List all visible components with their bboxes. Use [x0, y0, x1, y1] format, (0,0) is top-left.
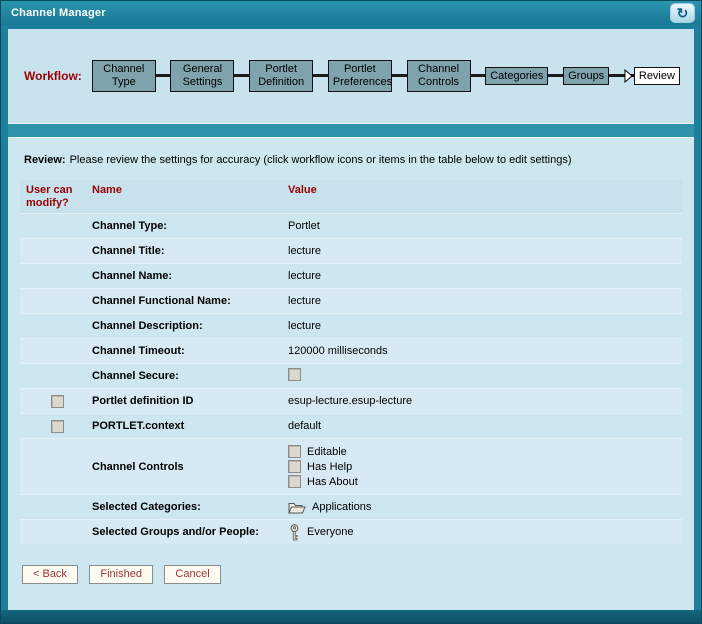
review-table: User can modify? Name Value Channel Type…: [20, 180, 682, 544]
value-checkbox: [288, 460, 301, 473]
setting-value: lecture: [284, 270, 682, 282]
setting-name: Channel Secure:: [88, 370, 284, 382]
value-checkbox: [288, 445, 301, 458]
setting-name: Selected Categories:: [88, 501, 284, 513]
setting-value: lecture: [284, 245, 682, 257]
finished-button[interactable]: Finished: [89, 565, 153, 584]
option-label: Editable: [307, 446, 347, 458]
setting-value: esup-lecture.esup-lecture: [284, 395, 682, 407]
modify-cell: [20, 520, 88, 544]
back-button[interactable]: < Back: [22, 565, 78, 584]
table-row-portlet-context[interactable]: PORTLET.contextdefault: [20, 413, 682, 438]
modify-checkbox[interactable]: [51, 420, 64, 433]
cancel-button[interactable]: Cancel: [164, 565, 220, 584]
workflow-step-review[interactable]: Review: [634, 67, 680, 86]
arrow-icon: [624, 69, 633, 83]
review-table-body: Channel Type:PortletChannel Title:lectur…: [20, 213, 682, 544]
setting-name: Channel Functional Name:: [88, 295, 284, 307]
setting-name: Selected Groups and/or People:: [88, 526, 284, 538]
workflow-step-groups[interactable]: Groups: [563, 67, 609, 86]
option-editable: Editable: [288, 445, 682, 458]
modify-cell: [20, 314, 88, 338]
workflow-panel: Workflow: Channel Type General Settings Po…: [8, 29, 694, 123]
setting-value: lecture: [284, 295, 682, 307]
table-row-selected-categories[interactable]: Selected Categories: Applications: [20, 494, 682, 519]
refresh-icon[interactable]: ↻: [670, 3, 695, 23]
table-row-channel-functional-name[interactable]: Channel Functional Name:lecture: [20, 288, 682, 313]
setting-name: PORTLET.context: [88, 420, 284, 432]
workflow-step-channel-controls[interactable]: Channel Controls: [407, 60, 471, 91]
table-header-row: User can modify? Name Value: [20, 180, 682, 213]
setting-name: Channel Controls: [88, 461, 284, 473]
modify-cell: [20, 214, 88, 238]
modify-cell: [20, 389, 88, 413]
review-label: Review:: [24, 154, 66, 166]
setting-value: Editable Has Help Has About: [284, 439, 682, 494]
modify-cell: [20, 414, 88, 438]
value-checkbox: [288, 475, 301, 488]
modify-cell: [20, 339, 88, 363]
col-header-name: Name: [88, 180, 284, 213]
table-row-channel-type[interactable]: Channel Type:Portlet: [20, 213, 682, 238]
workflow-step-categories[interactable]: Categories: [485, 67, 548, 86]
modify-cell: [20, 239, 88, 263]
modify-cell: [20, 264, 88, 288]
value-checkbox: [288, 368, 301, 381]
row-value: Everyone: [307, 526, 353, 538]
window-title: Channel Manager: [11, 7, 106, 19]
titlebar: Channel Manager ↻: [1, 1, 701, 25]
workflow-steps: Channel Type General Settings Portlet Defi…: [92, 29, 680, 123]
setting-value: Everyone: [284, 522, 682, 543]
workflow-label: Workflow:: [24, 69, 82, 83]
setting-name: Channel Name:: [88, 270, 284, 282]
window-body: Workflow: Channel Type General Settings Po…: [8, 29, 694, 610]
table-row-selected-groups-and-or-people[interactable]: Selected Groups and/or People: Everyone: [20, 519, 682, 544]
workflow-step-portlet-definition[interactable]: Portlet Definition: [249, 60, 313, 91]
option-has-help: Has Help: [288, 460, 682, 473]
table-row-channel-name[interactable]: Channel Name:lecture: [20, 263, 682, 288]
review-instructions-line: Review: Please review the settings for ac…: [24, 154, 678, 166]
table-row-channel-controls[interactable]: Channel Controls Editable Has Help Has Abou…: [20, 438, 682, 494]
setting-name: Portlet definition ID: [88, 395, 284, 407]
channel-manager-window: Channel Manager ↻ Workflow: Channel Type…: [0, 0, 702, 624]
workflow-step-channel-type[interactable]: Channel Type: [92, 60, 156, 91]
modify-cell: [20, 364, 88, 388]
key-icon: [288, 524, 301, 541]
workflow-step-portlet-preferences[interactable]: Portlet Preferences: [328, 60, 392, 91]
setting-name: Channel Type:: [88, 220, 284, 232]
modify-cell: [20, 495, 88, 519]
setting-name: Channel Description:: [88, 320, 284, 332]
folder-icon: [288, 501, 306, 514]
table-row-channel-description[interactable]: Channel Description:lecture: [20, 313, 682, 338]
separator-band: [8, 123, 694, 137]
option-has-about: Has About: [288, 475, 682, 488]
modify-cell: [20, 289, 88, 313]
workflow-current-step: Review: [624, 67, 680, 86]
option-label: Has Help: [307, 461, 352, 473]
col-header-user-can-modify: User can modify?: [20, 180, 88, 213]
col-header-value: Value: [284, 180, 682, 213]
table-row-portlet-definition-id[interactable]: Portlet definition IDesup-lecture.esup-l…: [20, 388, 682, 413]
modify-cell: [20, 439, 88, 494]
setting-value: 120000 milliseconds: [284, 345, 682, 357]
content-area: Review: Please review the settings for ac…: [8, 137, 694, 610]
setting-name: Channel Timeout:: [88, 345, 284, 357]
button-bar: < Back Finished Cancel: [22, 564, 694, 584]
workflow-step-general-settings[interactable]: General Settings: [170, 60, 234, 91]
setting-value: default: [284, 420, 682, 432]
table-row-channel-title[interactable]: Channel Title:lecture: [20, 238, 682, 263]
setting-name: Channel Title:: [88, 245, 284, 257]
row-value: Applications: [312, 501, 371, 513]
setting-value: lecture: [284, 320, 682, 332]
setting-value: [284, 368, 682, 384]
table-row-channel-secure[interactable]: Channel Secure:: [20, 363, 682, 388]
review-instructions: Please review the settings for accuracy …: [70, 154, 572, 166]
setting-value: Portlet: [284, 220, 682, 232]
modify-checkbox[interactable]: [51, 395, 64, 408]
setting-value: Applications: [284, 499, 682, 516]
option-label: Has About: [307, 476, 358, 488]
table-row-channel-timeout[interactable]: Channel Timeout:120000 milliseconds: [20, 338, 682, 363]
